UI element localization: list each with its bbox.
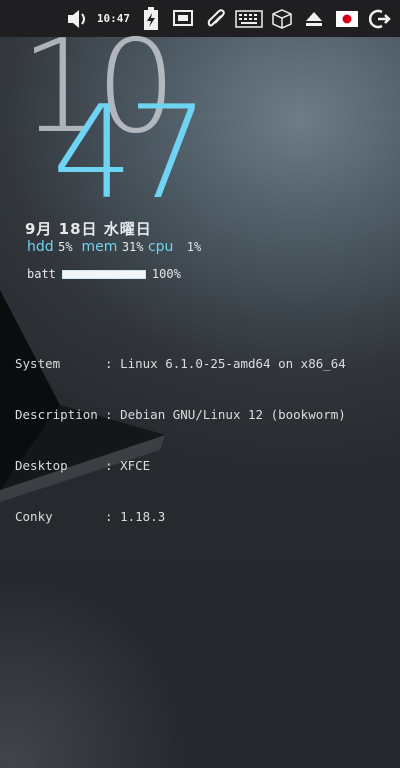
keyboard-icon[interactable] <box>232 0 266 37</box>
sysinfo-label: Description <box>15 407 98 422</box>
conky-sysinfo: System: Linux 6.1.0-25-amd64 on x86_64 D… <box>15 321 346 542</box>
sysinfo-value: 1.18.3 <box>120 509 166 524</box>
conky-minute: 47 <box>52 79 209 228</box>
sysinfo-row-desktop: Desktop: XFCE <box>15 458 151 473</box>
sysinfo-value: Linux 6.1.0-25-amd64 on x86_64 <box>120 356 346 371</box>
conky-date: 9月 18日 水曜日 <box>25 220 152 238</box>
mem-value: 31% <box>121 240 144 254</box>
package-box-icon[interactable] <box>266 0 298 37</box>
battery-bar-fill <box>62 270 145 278</box>
conky-stats: hdd 5% mem 31% cpu 1% <box>27 239 201 255</box>
battery-bar <box>61 269 146 279</box>
japan-flag-icon[interactable] <box>330 0 364 37</box>
cpu-value: 1% <box>186 240 202 254</box>
sysinfo-value: Debian GNU/Linux 12 (bookworm) <box>120 407 346 422</box>
sysinfo-row-description: Description: Debian GNU/Linux 12 (bookwo… <box>15 407 346 422</box>
logout-icon[interactable] <box>364 0 396 37</box>
mem-label: mem <box>81 239 118 255</box>
batt-label: batt <box>27 267 56 281</box>
cpu-label: cpu <box>147 239 174 255</box>
hdd-label: hdd <box>27 239 54 255</box>
network-wired-icon[interactable] <box>166 0 200 37</box>
eject-icon[interactable] <box>298 0 330 37</box>
sysinfo-label: Desktop <box>15 458 68 473</box>
paperclip-icon[interactable] <box>200 0 232 37</box>
sysinfo-row-system: System: Linux 6.1.0-25-amd64 on x86_64 <box>15 356 346 371</box>
sysinfo-value: XFCE <box>120 458 151 473</box>
batt-value: 100% <box>151 267 181 281</box>
sysinfo-label: Conky <box>15 509 53 524</box>
sysinfo-label: System <box>15 356 61 371</box>
conky-battery: batt 100% <box>27 267 181 281</box>
sysinfo-row-conky: Conky: 1.18.3 <box>15 509 166 524</box>
hdd-value: 5% <box>58 240 73 254</box>
